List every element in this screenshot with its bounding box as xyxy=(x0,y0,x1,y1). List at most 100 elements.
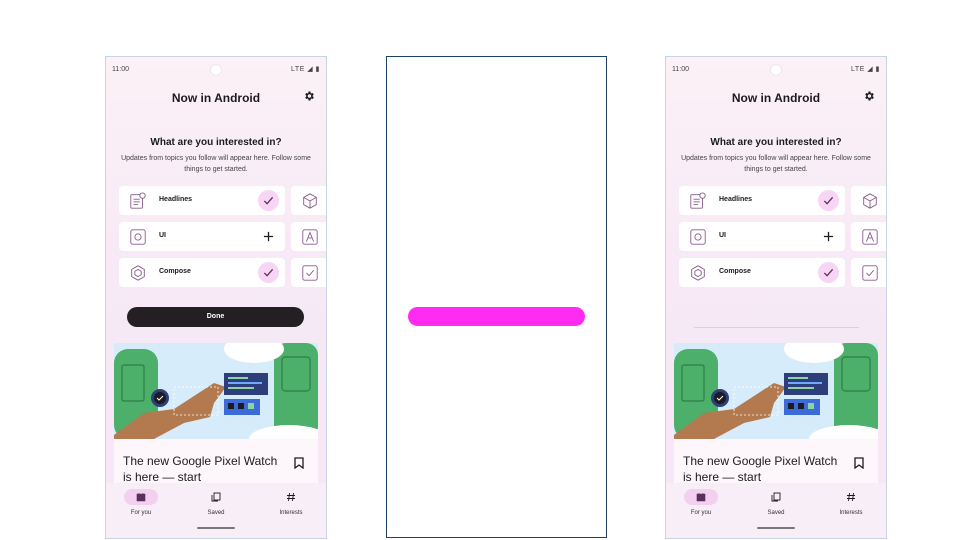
topic-row-partial[interactable] xyxy=(851,258,886,287)
compose-icon xyxy=(131,265,145,281)
plus-icon xyxy=(823,231,834,242)
done-button[interactable]: Done xyxy=(127,307,304,327)
topic-label: UI xyxy=(159,232,166,239)
home-indicator[interactable] xyxy=(197,527,235,529)
onboarding-subtext: Updates from topics you follow will appe… xyxy=(681,155,871,173)
topic-row-ui[interactable]: UI xyxy=(679,222,845,251)
nav-pill xyxy=(684,489,718,505)
topic-row-compose[interactable]: Compose xyxy=(119,258,285,287)
nav-item-interests[interactable]: Interests xyxy=(261,489,321,516)
nav-item-for-you[interactable]: For you xyxy=(671,489,731,516)
gear-icon[interactable] xyxy=(863,90,875,102)
topic-label: Headlines xyxy=(719,196,753,203)
bookmark-icon[interactable] xyxy=(294,457,304,469)
follow-toggle-add[interactable] xyxy=(818,226,839,247)
nav-label: For you xyxy=(690,510,712,516)
compose-icon xyxy=(691,265,705,281)
check-icon xyxy=(263,196,274,205)
plus-icon xyxy=(263,231,274,242)
onboarding-subtext: Updates from topics you follow will appe… xyxy=(121,155,311,173)
nav-label: For you xyxy=(130,510,152,516)
cube-icon xyxy=(863,193,877,209)
status-bar: 11:00 LTE ◢ ▮ xyxy=(106,57,326,81)
cube-icon xyxy=(303,193,317,209)
topic-row-partial[interactable] xyxy=(291,222,326,251)
check-icon xyxy=(263,268,274,277)
topic-row-partial[interactable] xyxy=(291,186,326,215)
nav-item-for-you[interactable]: For you xyxy=(111,489,171,516)
text-icon xyxy=(302,229,318,245)
check-icon xyxy=(823,196,834,205)
nav-pill xyxy=(274,489,308,505)
checkbox-icon xyxy=(862,265,878,281)
topic-row-partial[interactable] xyxy=(291,258,326,287)
status-time: 11:00 xyxy=(672,66,689,73)
topic-row-headlines[interactable]: Headlines xyxy=(119,186,285,215)
app-title: Now in Android xyxy=(171,91,261,105)
highlight-bar xyxy=(408,307,585,326)
nav-pill xyxy=(834,489,868,505)
follow-toggle-add[interactable] xyxy=(258,226,279,247)
ui-icon xyxy=(690,229,706,245)
hash-icon xyxy=(847,492,855,502)
follow-toggle-checked[interactable] xyxy=(258,262,279,283)
phone-screen-left: 11:00 LTE ◢ ▮ Now in Android What are yo… xyxy=(105,56,327,539)
phone-screen-right: 11:00 LTE ◢ ▮ Now in Android What are yo… xyxy=(665,56,887,539)
card-title: The new Google Pixel Watch is here — sta… xyxy=(123,454,278,484)
camera-cutout xyxy=(210,64,222,76)
for-you-icon xyxy=(136,493,146,502)
ui-icon xyxy=(130,229,146,245)
bookmark-icon[interactable] xyxy=(854,457,864,469)
nav-pill xyxy=(199,489,233,505)
nav-label: Interests xyxy=(839,510,863,516)
news-icon xyxy=(130,192,146,209)
saved-icon xyxy=(771,492,781,502)
topic-row-headlines[interactable]: Headlines xyxy=(679,186,845,215)
nav-label: Interests xyxy=(279,510,303,516)
card-illustration xyxy=(674,343,878,439)
check-icon xyxy=(823,268,834,277)
onboarding-question: What are you interested in? xyxy=(150,137,282,148)
news-card[interactable]: The new Google Pixel Watch is here — sta… xyxy=(674,343,878,493)
nav-item-saved[interactable]: Saved xyxy=(746,489,806,516)
saved-icon xyxy=(211,492,221,502)
onboarding-question: What are you interested in? xyxy=(710,137,842,148)
topic-label: Compose xyxy=(719,268,751,275)
divider xyxy=(694,327,859,328)
checkbox-icon xyxy=(302,265,318,281)
gear-icon[interactable] xyxy=(303,90,315,102)
nav-pill xyxy=(124,489,158,505)
news-icon xyxy=(690,192,706,209)
camera-cutout xyxy=(770,64,782,76)
topic-row-compose[interactable]: Compose xyxy=(679,258,845,287)
topic-row-partial[interactable] xyxy=(851,186,886,215)
blank-frame xyxy=(386,56,607,538)
text-icon xyxy=(862,229,878,245)
bottom-navigation: For you Saved Interests xyxy=(106,483,326,538)
nav-label: Saved xyxy=(207,510,225,516)
news-card[interactable]: The new Google Pixel Watch is here — sta… xyxy=(114,343,318,493)
topic-row-ui[interactable]: UI xyxy=(119,222,285,251)
follow-toggle-checked[interactable] xyxy=(258,190,279,211)
nav-pill xyxy=(759,489,793,505)
card-illustration xyxy=(114,343,318,439)
hash-icon xyxy=(287,492,295,502)
nav-item-interests[interactable]: Interests xyxy=(821,489,881,516)
bottom-navigation: For you Saved Interests xyxy=(666,483,886,538)
topic-label: Headlines xyxy=(159,196,193,203)
topic-label: Compose xyxy=(159,268,191,275)
nav-item-saved[interactable]: Saved xyxy=(186,489,246,516)
status-icons: LTE ◢ ▮ xyxy=(851,66,880,73)
status-time: 11:00 xyxy=(112,66,129,73)
home-indicator[interactable] xyxy=(757,527,795,529)
card-title: The new Google Pixel Watch is here — sta… xyxy=(683,454,838,484)
topic-row-partial[interactable] xyxy=(851,222,886,251)
for-you-icon xyxy=(696,493,706,502)
status-icons: LTE ◢ ▮ xyxy=(291,66,320,73)
status-bar: 11:00 LTE ◢ ▮ xyxy=(666,57,886,81)
follow-toggle-checked[interactable] xyxy=(818,190,839,211)
nav-label: Saved xyxy=(767,510,785,516)
topic-label: UI xyxy=(719,232,726,239)
app-title: Now in Android xyxy=(731,91,821,105)
follow-toggle-checked[interactable] xyxy=(818,262,839,283)
